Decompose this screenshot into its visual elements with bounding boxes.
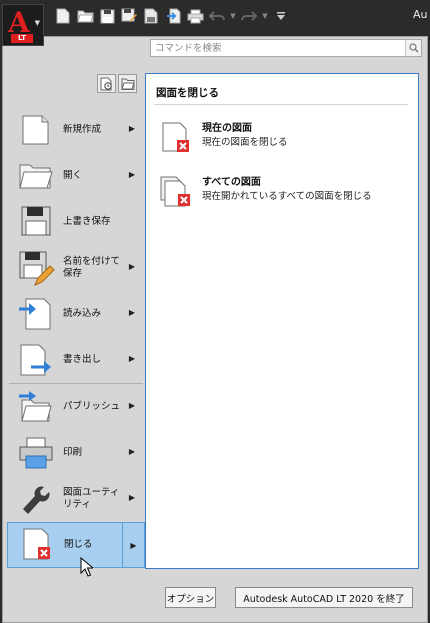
- chevron-right-icon: ▶: [128, 262, 135, 271]
- menu-item-label: 新規作成: [63, 124, 102, 135]
- chevron-right-icon: ▶: [128, 124, 135, 133]
- item-description: 現在の図面を閉じる: [202, 137, 288, 148]
- new-icon[interactable]: [52, 6, 74, 26]
- menu-item-label: 開く: [63, 170, 83, 181]
- item-title: 現在の図面: [202, 123, 252, 134]
- open-folder-icon: [17, 157, 55, 195]
- undo-dropdown-icon[interactable]: ▼: [228, 6, 238, 26]
- chevron-right-icon: ▶: [128, 354, 135, 363]
- wrench-icon: [17, 480, 55, 518]
- lt-badge: LT: [11, 34, 33, 43]
- command-list: 新規作成 ▶ 開く ▶ 上書き保存 名前を付けて保存 ▶ 読み込み ▶ 書き出し…: [7, 107, 145, 568]
- menu-item-new[interactable]: 新規作成 ▶: [7, 107, 145, 153]
- item-description: 現在開かれているすべての図面を閉じる: [202, 191, 372, 202]
- import-icon: [17, 295, 55, 333]
- menu-item-export[interactable]: 書き出し ▶: [7, 337, 145, 383]
- menu-item-save-as[interactable]: 名前を付けて保存 ▶: [7, 245, 145, 291]
- save-as-icon: [17, 249, 55, 287]
- options-button[interactable]: オプション: [165, 587, 216, 608]
- chevron-right-icon: ▶: [128, 401, 135, 410]
- close-current-drawing-item[interactable]: 現在の図面 現在の図面を閉じる: [158, 120, 408, 164]
- recent-open-toolbar: [97, 74, 137, 93]
- chevron-right-icon: ▶: [128, 308, 135, 317]
- menu-item-import[interactable]: 読み込み ▶: [7, 291, 145, 337]
- search-icon[interactable]: [405, 40, 421, 56]
- panel-title: 図面を閉じる: [156, 87, 219, 99]
- redo-dropdown-icon[interactable]: ▼: [260, 6, 270, 26]
- chevron-right-icon: ▶: [128, 493, 135, 502]
- save-icon: [17, 203, 55, 241]
- customize-qat-icon[interactable]: [270, 6, 292, 26]
- chevron-right-icon: ▶: [128, 170, 135, 179]
- application-menu-button[interactable]: A LT ▼: [2, 4, 44, 46]
- title-bar: A LT ▼ ▼ ▼ Au: [0, 0, 430, 46]
- menu-item-label: 名前を付けて保存: [63, 256, 121, 279]
- redo-icon[interactable]: [238, 6, 260, 26]
- open-icon[interactable]: [74, 6, 96, 26]
- open-documents-icon[interactable]: [118, 74, 137, 93]
- print-icon[interactable]: [184, 6, 206, 26]
- menu-footer: オプション Autodesk AutoCAD LT 2020 を終了: [149, 585, 419, 611]
- menu-item-open[interactable]: 開く ▶: [7, 153, 145, 199]
- menu-item-label: パブリッシュ: [63, 401, 121, 412]
- open-sheet-icon[interactable]: [140, 6, 162, 26]
- menu-item-label: 図面ユーティリティ: [63, 487, 120, 510]
- undo-icon[interactable]: [206, 6, 228, 26]
- chevron-right-icon: ▶: [128, 447, 135, 456]
- application-menu: 新規作成 ▶ 開く ▶ 上書き保存 名前を付けて保存 ▶: [2, 36, 428, 623]
- menu-item-label: 印刷: [63, 447, 83, 458]
- new-doc-icon: [17, 111, 55, 149]
- item-title: すべての図面: [202, 177, 261, 188]
- save-as-icon[interactable]: [118, 6, 140, 26]
- publish-icon: [17, 388, 55, 426]
- close-doc-icon: [18, 526, 56, 564]
- menu-item-label: 閉じる: [64, 539, 93, 550]
- menu-item-label: 書き出し: [63, 354, 102, 365]
- menu-item-close[interactable]: 閉じる ▶: [7, 522, 145, 568]
- close-submenu-panel: 図面を閉じる 現在の図面 現在の図面を閉じる すべての図面 現在開かれているすべ…: [145, 73, 419, 569]
- menu-item-drawing-utilities[interactable]: 図面ユーティリティ ▶: [7, 476, 145, 522]
- exit-autocad-button[interactable]: Autodesk AutoCAD LT 2020 を終了: [235, 587, 413, 608]
- chevron-down-icon: ▼: [34, 19, 40, 27]
- print-icon: [17, 434, 55, 472]
- export-icon: [17, 341, 55, 379]
- save-icon[interactable]: [96, 6, 118, 26]
- close-all-drawings-item[interactable]: すべての図面 現在開かれているすべての図面を閉じる: [158, 174, 408, 218]
- mouse-cursor-icon: [80, 556, 95, 580]
- close-current-icon: [158, 120, 196, 156]
- import-icon[interactable]: [162, 6, 184, 26]
- quick-access-toolbar: ▼ ▼: [52, 6, 292, 26]
- search-input[interactable]: [151, 40, 403, 56]
- window-title: Au: [413, 8, 428, 21]
- command-search: [150, 39, 422, 57]
- separator: [154, 104, 408, 105]
- menu-item-save[interactable]: 上書き保存: [7, 199, 145, 245]
- recent-documents-icon[interactable]: [97, 74, 116, 93]
- close-all-icon: [158, 174, 196, 210]
- menu-item-publish[interactable]: パブリッシュ ▶: [7, 384, 145, 430]
- menu-item-label: 読み込み: [63, 308, 102, 319]
- menu-item-print[interactable]: 印刷 ▶: [7, 430, 145, 476]
- chevron-right-icon[interactable]: ▶: [122, 523, 144, 567]
- menu-item-label: 上書き保存: [63, 216, 111, 227]
